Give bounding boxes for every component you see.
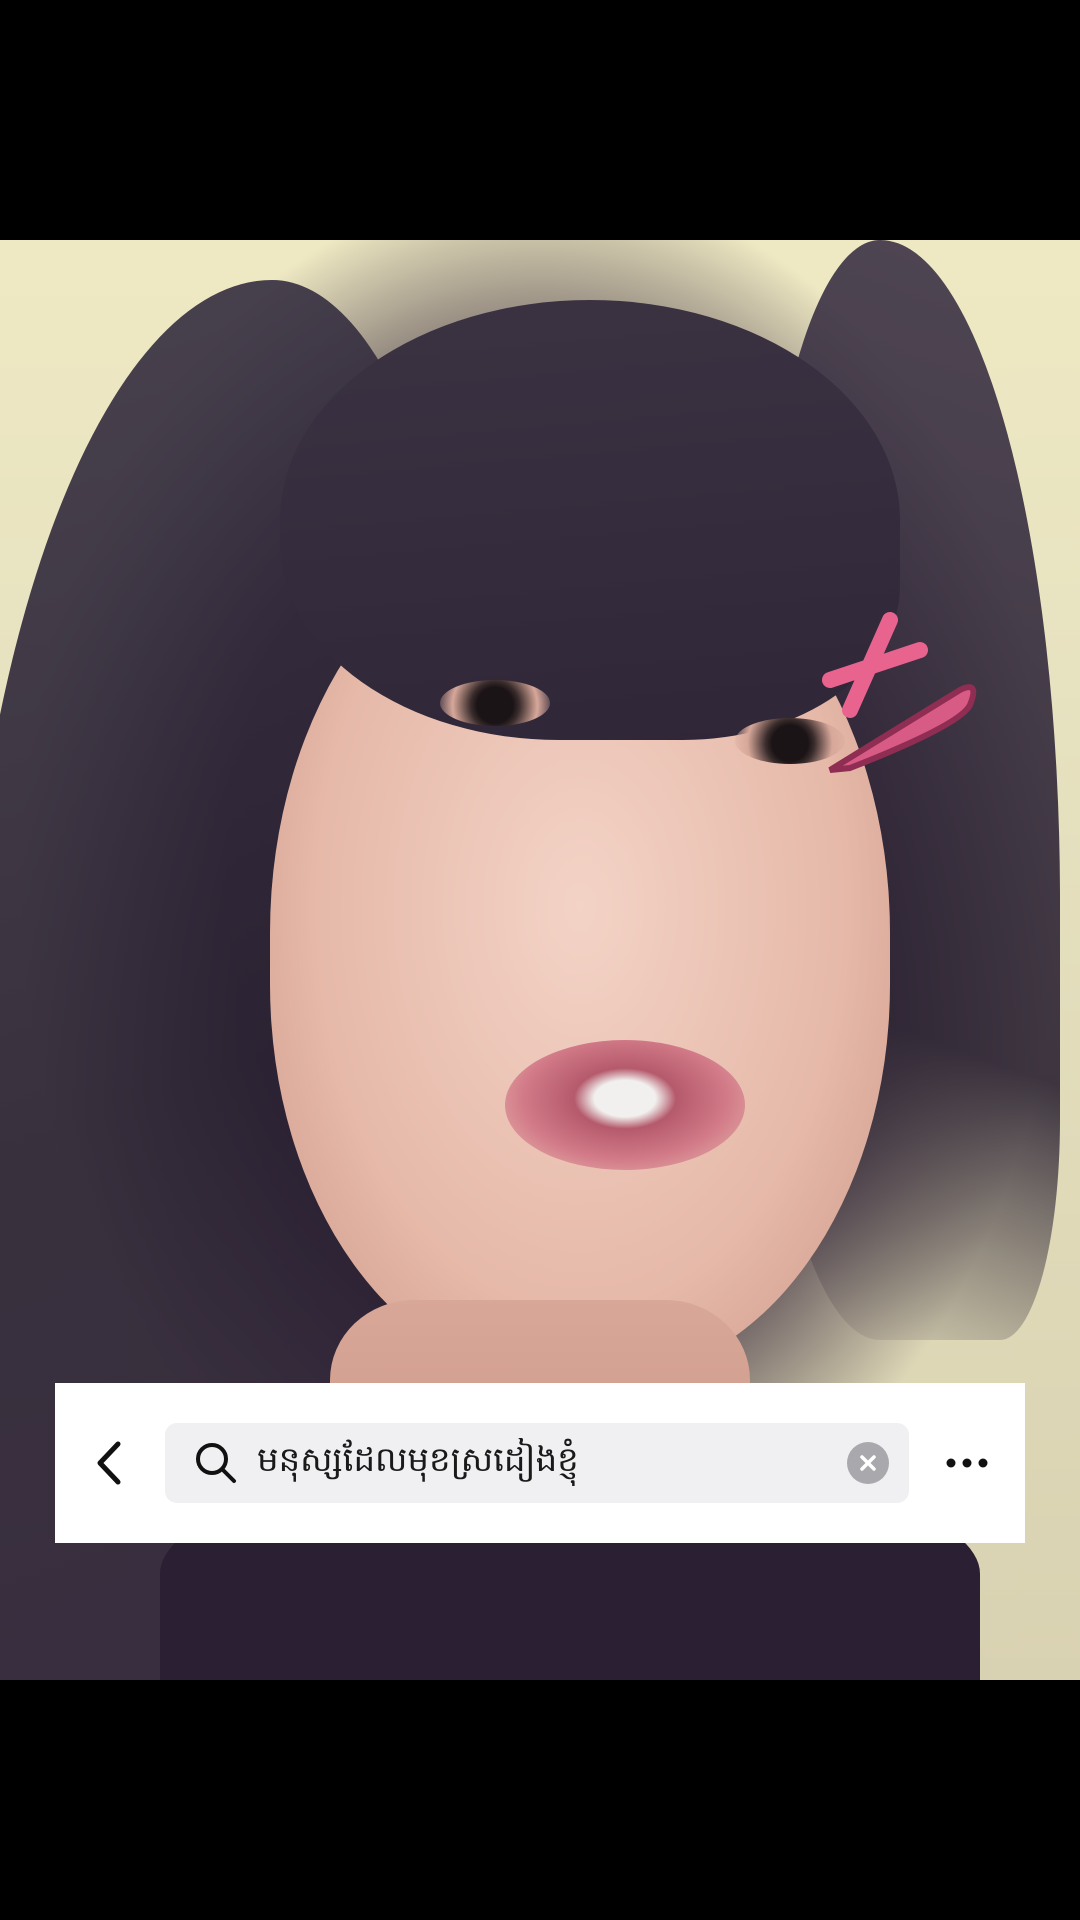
- back-button[interactable]: [55, 1383, 165, 1543]
- search-bar: មនុស្សដែលមុខស្រដៀងខ្ញុំ: [55, 1383, 1025, 1543]
- clear-x-icon: [860, 1455, 876, 1471]
- photo-left-eye: [440, 680, 550, 726]
- photo-mouth: [505, 1040, 745, 1170]
- hair-clip-sticker-icon: [822, 612, 977, 773]
- chevron-left-icon: [97, 1441, 121, 1485]
- more-horizontal-icon: [946, 1458, 988, 1468]
- search-input[interactable]: មនុស្សដែលមុខស្រដៀងខ្ញុំ: [165, 1423, 909, 1503]
- photo-bangs: [280, 300, 900, 740]
- search-query-text[interactable]: មនុស្សដែលមុខស្រដៀងខ្ញុំ: [257, 1438, 837, 1488]
- more-options-button[interactable]: [909, 1383, 1025, 1543]
- screen: មនុស្សដែលមុខស្រដៀងខ្ញុំ: [0, 0, 1080, 1920]
- clear-search-button[interactable]: [847, 1442, 889, 1484]
- search-icon: [193, 1440, 239, 1486]
